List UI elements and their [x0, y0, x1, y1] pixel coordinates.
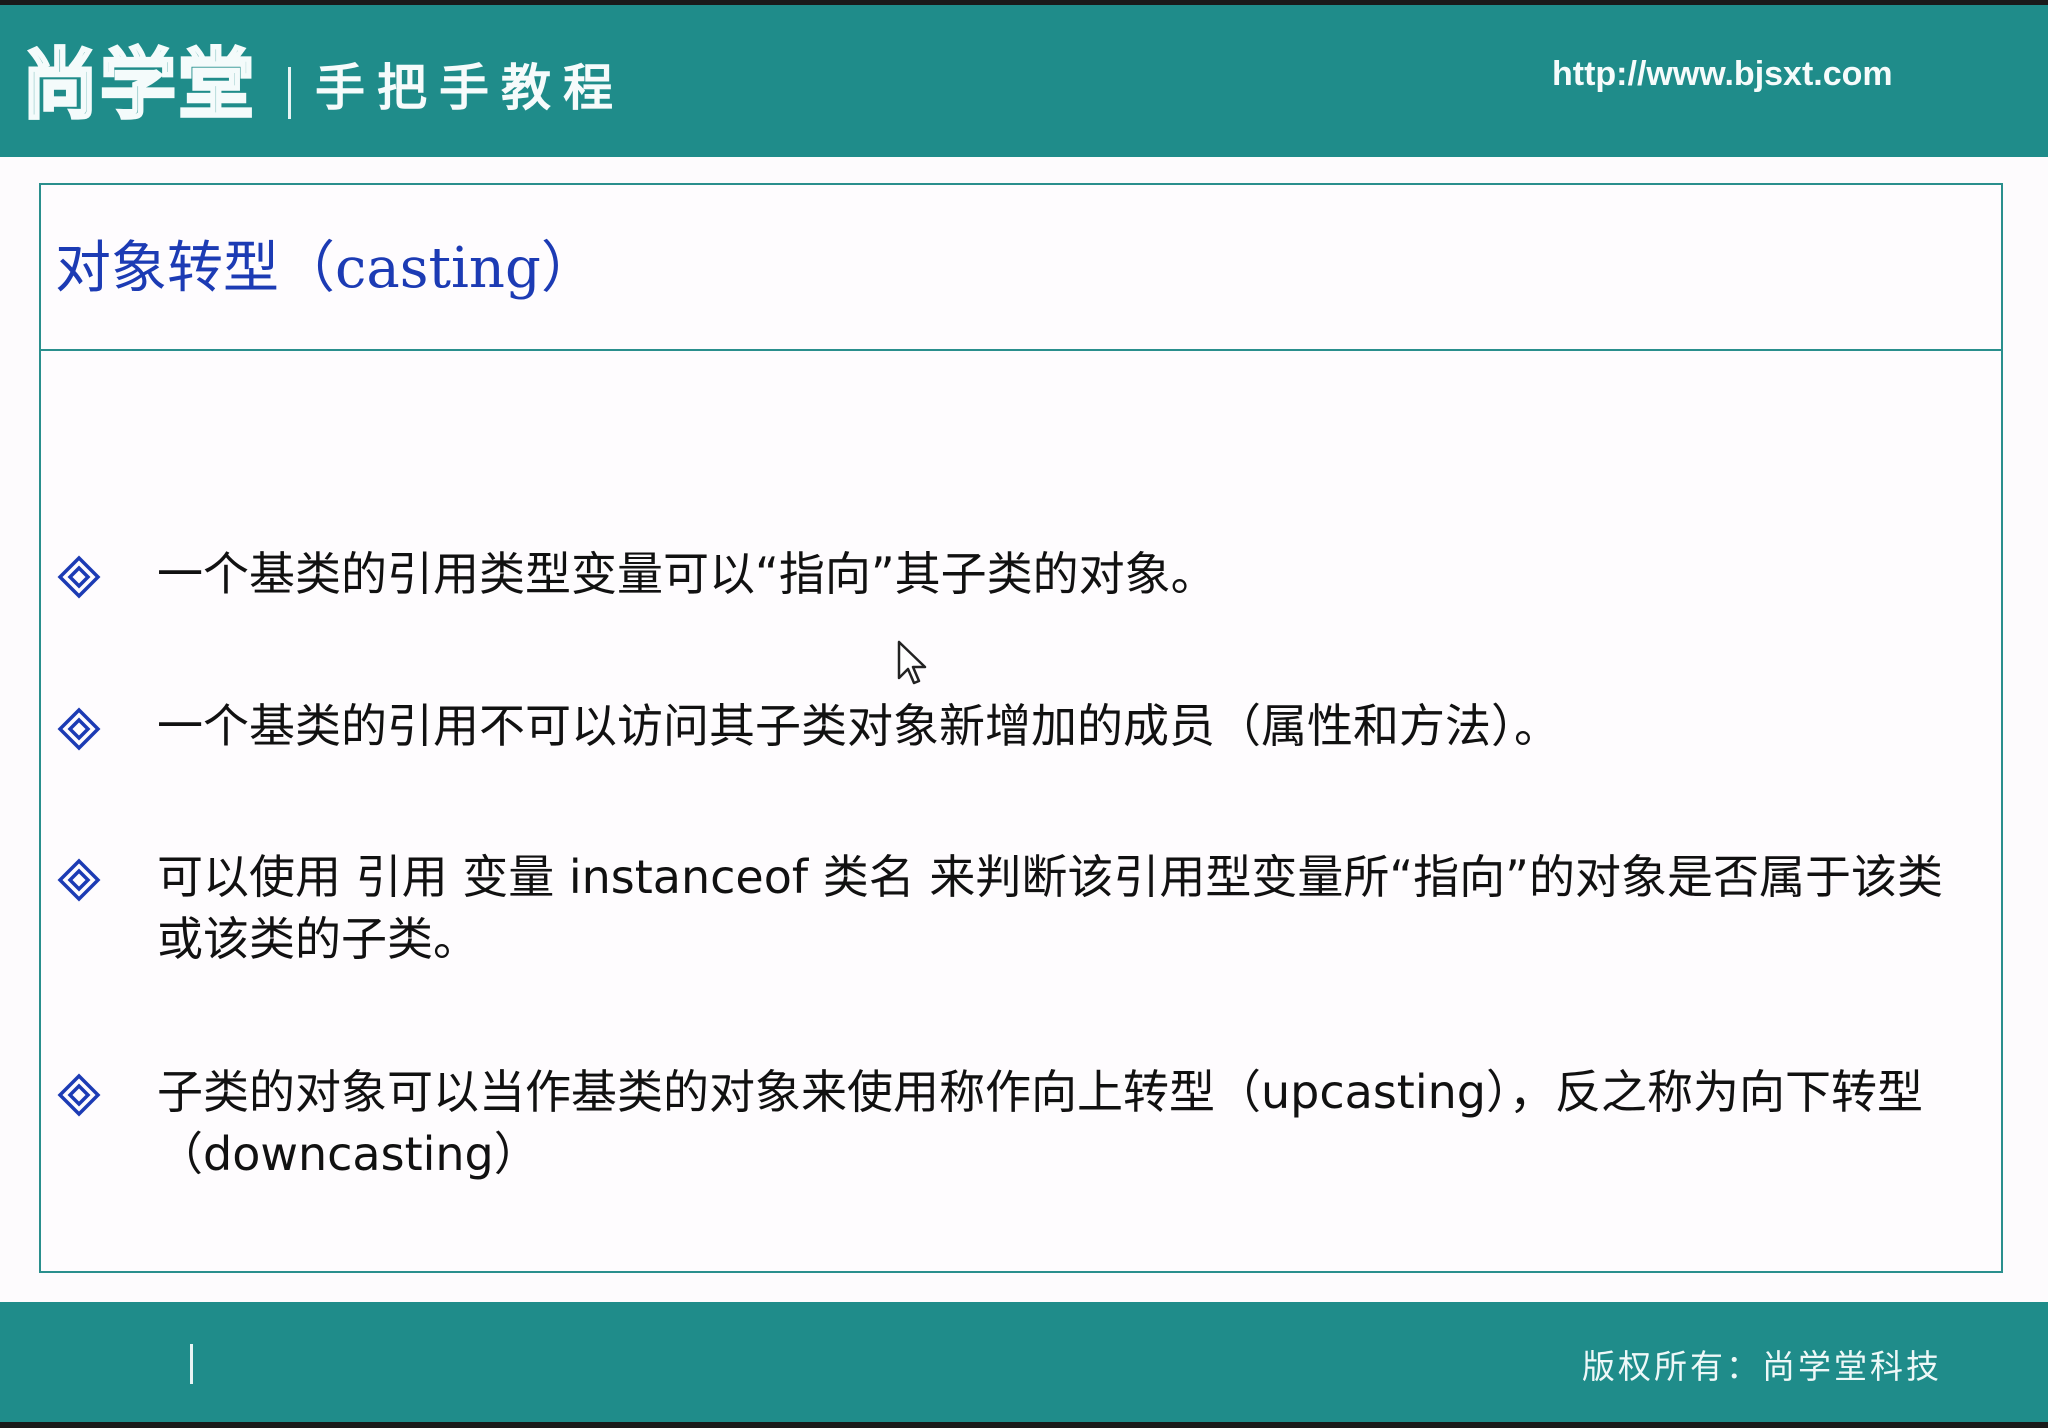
header-tagline: 手把手教程: [315, 59, 625, 117]
header-band: 尚学堂 手把手教程 http://www.bjsxt.com: [0, 5, 2048, 157]
title-area: 对象转型（casting）: [41, 185, 2001, 351]
site-url: http://www.bjsxt.com: [1552, 55, 1893, 93]
bullet-text: 可以使用 引用 变量 instanceof 类名 来判断该引用型变量所“指向”的…: [157, 850, 1943, 966]
slide-title: 对象转型（casting）: [55, 236, 597, 301]
slide: 尚学堂 手把手教程 http://www.bjsxt.com 对象转型（cast…: [0, 0, 2048, 1428]
bullet-text: 一个基类的引用不可以访问其子类对象新增加的成员（属性和方法）。: [157, 699, 1560, 753]
diamond-bullet-icon: [57, 1073, 101, 1117]
header-divider: [288, 67, 291, 119]
copyright-text: 版权所有：尚学堂科技: [1582, 1347, 1942, 1386]
bullet-text: 子类的对象可以当作基类的对象来使用称作向上转型（upcasting），反之称为向…: [157, 1065, 1923, 1181]
mouse-pointer-icon: [897, 640, 927, 685]
content-frame: 对象转型（casting） 一个基类的引用类型变量可以“指向”其子类的对象。 一…: [39, 183, 2003, 1273]
diamond-bullet-icon: [57, 707, 101, 751]
bullet-text: 一个基类的引用类型变量可以“指向”其子类的对象。: [157, 547, 1217, 601]
footer-band: 版权所有：尚学堂科技: [0, 1302, 2048, 1422]
footer-divider: [190, 1344, 193, 1384]
brand-logo: 尚学堂: [21, 39, 256, 131]
diamond-bullet-icon: [57, 555, 101, 599]
diamond-bullet-icon: [57, 858, 101, 902]
bottom-edge: [0, 1422, 2048, 1428]
